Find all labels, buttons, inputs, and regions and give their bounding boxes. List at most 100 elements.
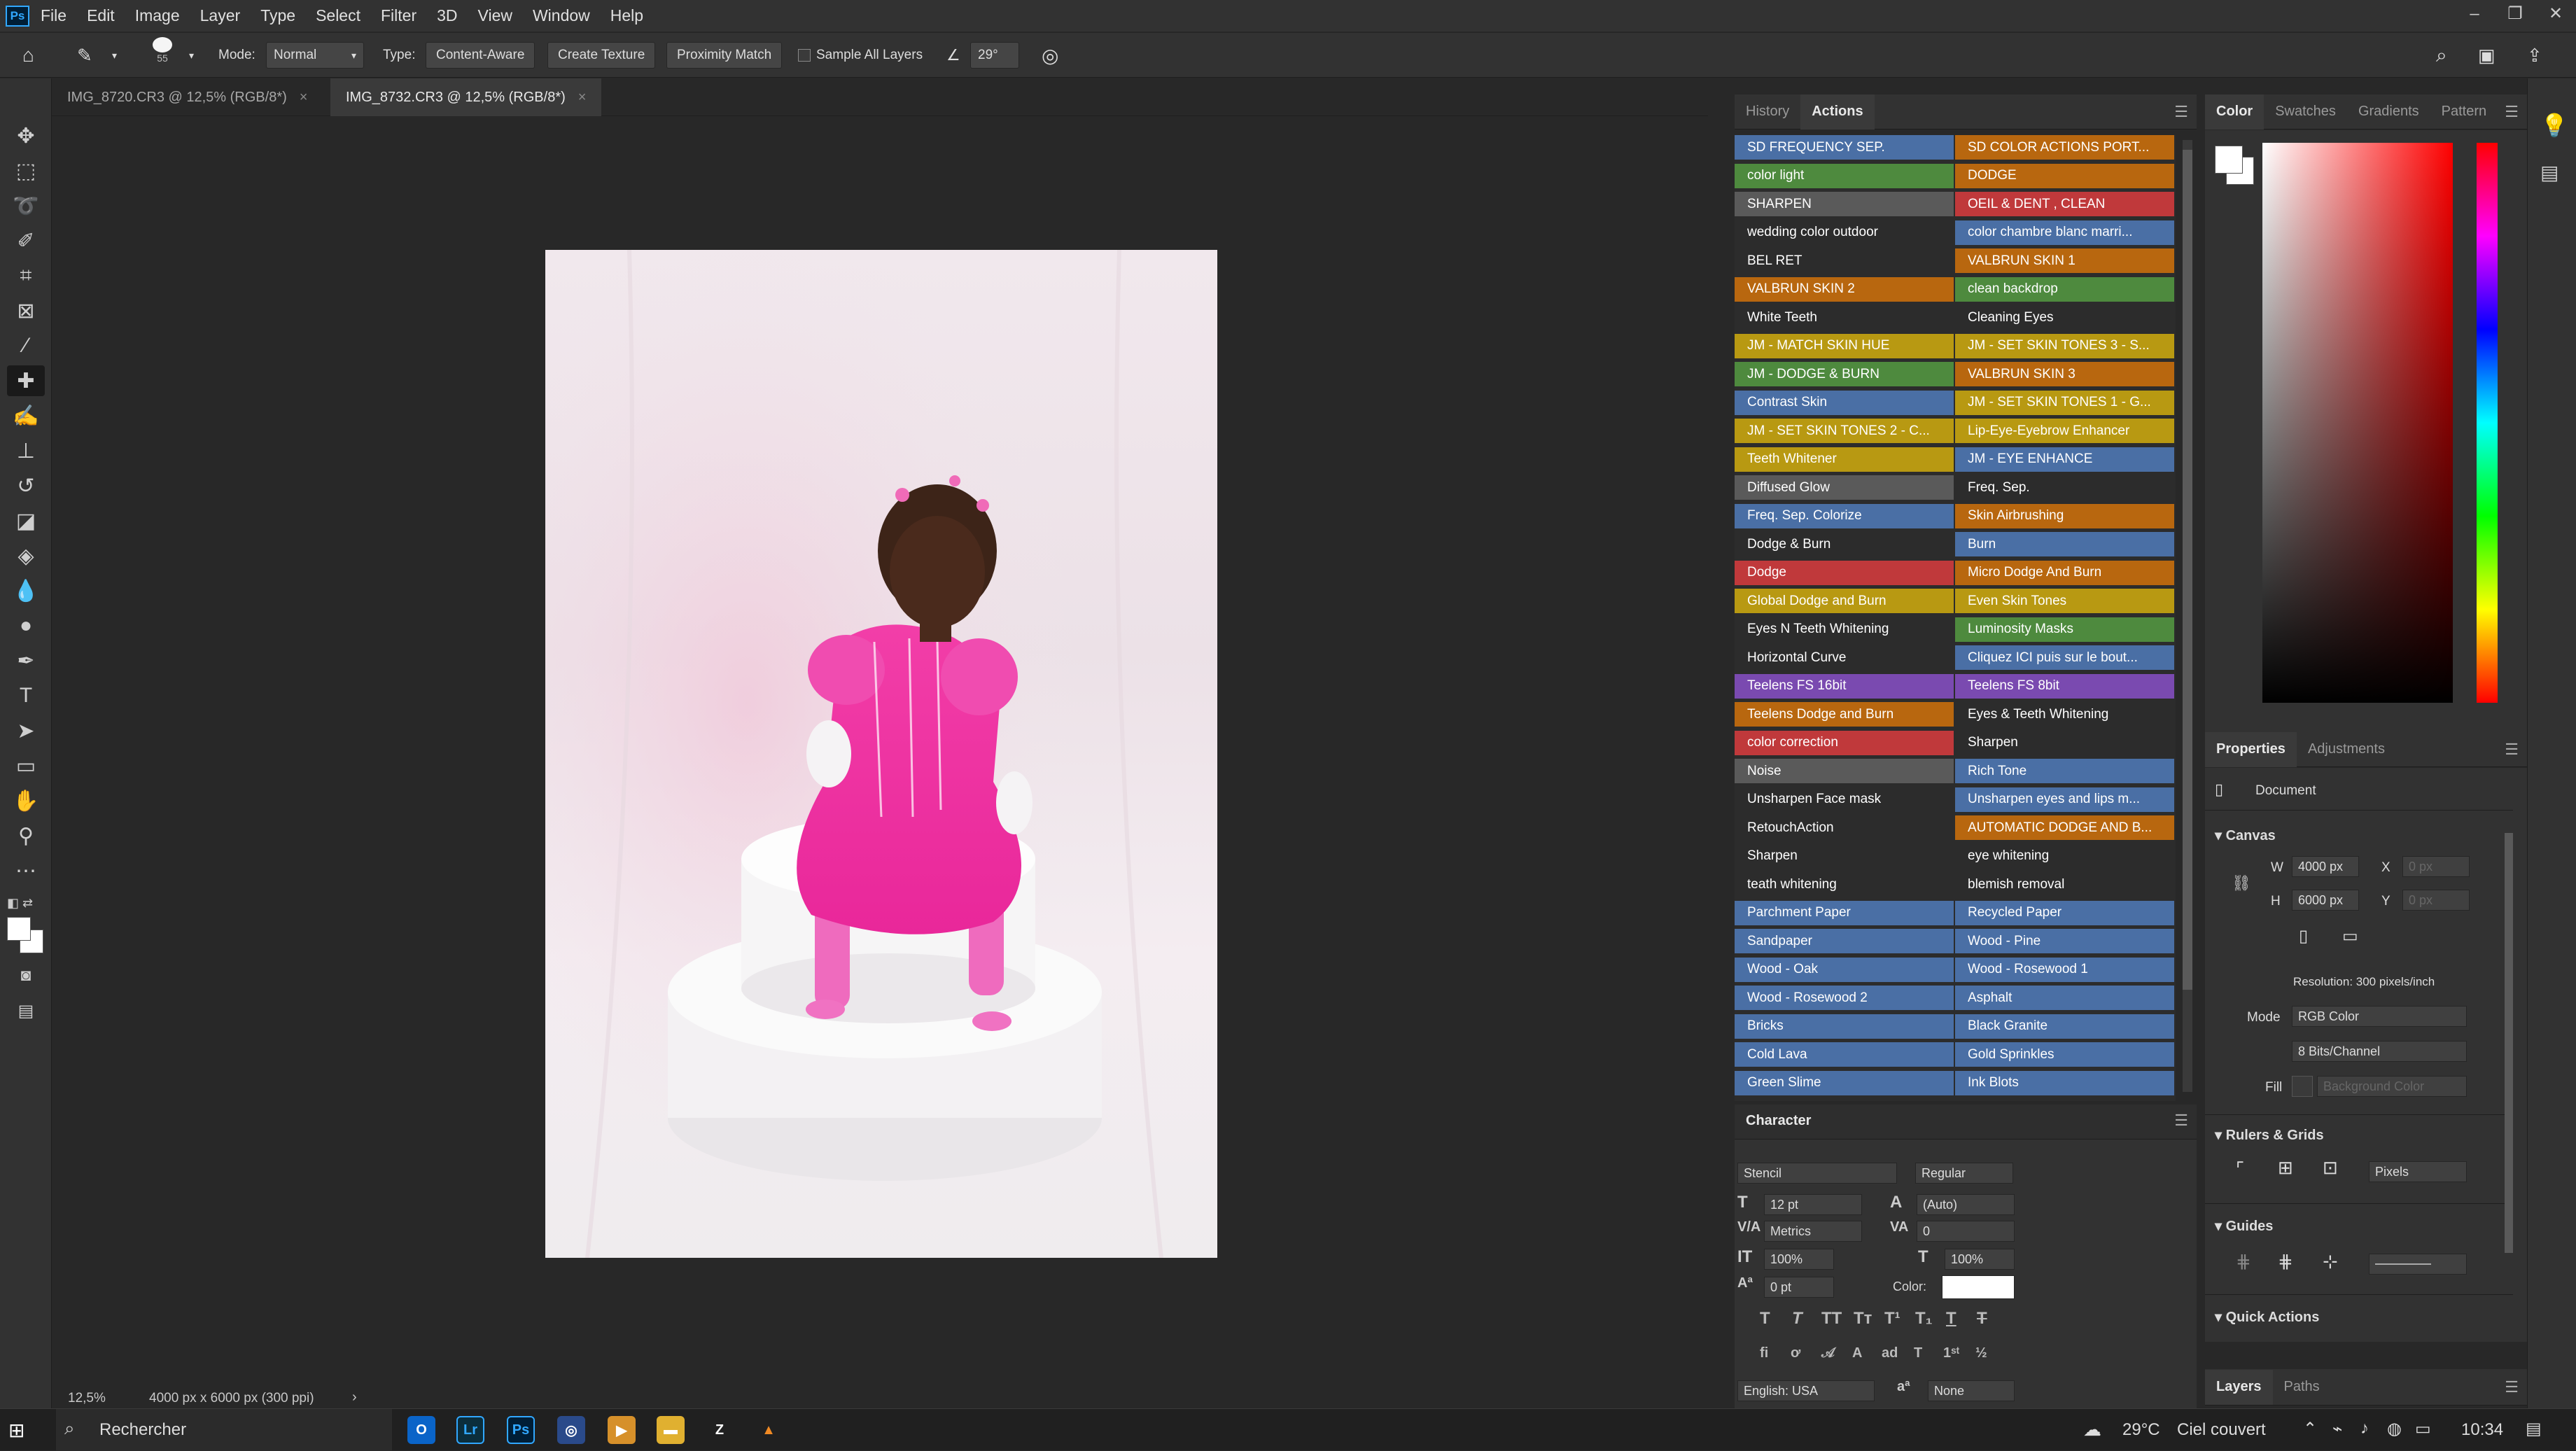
faux-bold-icon[interactable]: T — [1760, 1309, 1770, 1329]
font-size-field[interactable]: 12 pt — [1764, 1194, 1862, 1215]
all-caps-icon[interactable]: TT — [1821, 1309, 1842, 1329]
small-caps-icon[interactable]: Tт — [1854, 1309, 1872, 1329]
action-button[interactable]: Dodge — [1735, 560, 1954, 587]
foreground-color-swatch[interactable] — [7, 917, 31, 941]
action-button[interactable]: Burn — [1955, 532, 2174, 558]
chevron-down-icon[interactable]: ▾ — [112, 42, 117, 69]
sample-all-layers-checkbox[interactable]: Sample All Layers — [798, 42, 923, 69]
menu-3d[interactable]: 3D — [437, 6, 457, 25]
history-brush-tool-icon[interactable]: ↺ — [7, 470, 45, 501]
tab-gradients[interactable]: Gradients — [2347, 94, 2430, 129]
volume-icon[interactable]: ♪ — [2360, 1419, 2369, 1438]
action-button[interactable]: Skin Airbrushing — [1955, 503, 2174, 530]
default-colors-icon[interactable]: ◧ ⇄ — [7, 896, 33, 911]
tab-layers[interactable]: Layers — [2205, 1369, 2273, 1405]
battery-icon[interactable]: ▭ — [2415, 1419, 2431, 1439]
action-button[interactable]: JM - SET SKIN TONES 1 - G... — [1955, 390, 2174, 416]
action-button[interactable]: AUTOMATIC DODGE AND B... — [1955, 815, 2174, 841]
tab-color[interactable]: Color — [2205, 94, 2264, 129]
panel-menu-icon[interactable]: ☰ — [2505, 103, 2519, 121]
taskbar-search[interactable]: ⌕ Rechercher — [56, 1409, 392, 1451]
marquee-tool-icon[interactable]: ⬚ — [7, 155, 45, 186]
fill-swatch[interactable] — [2292, 1076, 2313, 1097]
clock[interactable]: 10:34 — [2461, 1420, 2503, 1440]
action-button[interactable]: Asphalt — [1955, 986, 2174, 1011]
home-icon[interactable]: ⌂ — [22, 42, 34, 69]
scrollbar-thumb[interactable] — [2183, 150, 2192, 990]
file-explorer-icon[interactable]: ▬ — [657, 1416, 685, 1444]
link-icon[interactable]: ⛓ — [2232, 874, 2251, 892]
action-button[interactable]: VALBRUN SKIN 3 — [1955, 362, 2174, 388]
font-style-select[interactable]: Regular — [1915, 1163, 2013, 1184]
stylistic-icon[interactable]: A — [1852, 1345, 1862, 1361]
units-select[interactable]: Pixels — [2369, 1161, 2467, 1182]
action-button[interactable]: SHARPEN — [1735, 192, 1954, 218]
actions-scrollbar[interactable] — [2183, 140, 2192, 1092]
menu-view[interactable]: View — [478, 6, 512, 25]
paint-bucket-tool-icon[interactable]: ◈ — [7, 540, 45, 571]
tab-history[interactable]: History — [1735, 94, 1800, 129]
ordinals-icon[interactable]: T — [1914, 1345, 1922, 1361]
action-button[interactable]: Contrast Skin — [1735, 390, 1954, 416]
frame-tool-icon[interactable]: ⊠ — [7, 295, 45, 326]
tab-swatches[interactable]: Swatches — [2264, 94, 2347, 129]
menu-file[interactable]: File — [41, 6, 66, 25]
action-button[interactable]: blemish removal — [1955, 872, 2174, 898]
menu-window[interactable]: Window — [533, 6, 590, 25]
action-button[interactable]: Freq. Sep. — [1955, 475, 2174, 501]
tab-img-8720[interactable]: IMG_8720.CR3 @ 12,5% (RGB/8*) × — [52, 78, 323, 116]
action-button[interactable]: RetouchAction — [1735, 815, 1954, 841]
vlc-icon[interactable]: ▲ — [755, 1416, 783, 1444]
action-button[interactable]: DODGE — [1955, 163, 2174, 190]
action-button[interactable]: Wood - Oak — [1735, 957, 1954, 983]
quick-actions-section[interactable]: ▾ Quick Actions — [2215, 1308, 2319, 1326]
underline-icon[interactable]: T — [1946, 1309, 1956, 1329]
subscript-icon[interactable]: T₁ — [1915, 1309, 1933, 1329]
anti-alias-select[interactable]: None — [1928, 1380, 2015, 1401]
vertical-scale-field[interactable]: 100% — [1764, 1249, 1834, 1270]
action-button[interactable]: JM - SET SKIN TONES 2 - C... — [1735, 419, 1954, 444]
action-button[interactable]: Rich Tone — [1955, 759, 2174, 785]
fractions-icon[interactable]: ½ — [1975, 1345, 1987, 1361]
action-button[interactable]: Unsharpen Face mask — [1735, 787, 1954, 813]
properties-scrollbar[interactable] — [2505, 833, 2513, 1253]
action-button[interactable]: JM - MATCH SKIN HUE — [1735, 333, 1954, 360]
action-button[interactable]: wedding color outdoor — [1735, 220, 1954, 246]
language-select[interactable]: English: USA — [1737, 1380, 1875, 1401]
menu-layer[interactable]: Layer — [200, 6, 241, 25]
brush-tool-icon[interactable]: ✍ — [7, 400, 45, 431]
zoom-tool-icon[interactable]: ⚲ — [7, 820, 45, 851]
weather-icon[interactable]: ☁ — [2083, 1419, 2101, 1441]
libraries-icon[interactable]: ▤ — [2540, 161, 2558, 184]
rulers-grids-section[interactable]: ▾ Rulers & Grids — [2215, 1126, 2324, 1144]
type-tool-icon[interactable]: T — [7, 680, 45, 711]
blur-tool-icon[interactable]: 💧 — [7, 575, 45, 606]
action-button[interactable]: teath whitening — [1735, 872, 1954, 898]
canvas-section[interactable]: ▾ Canvas — [2215, 827, 2276, 844]
action-button[interactable]: Gold Sprinkles — [1955, 1042, 2174, 1068]
workspace-icon[interactable]: ▣ — [2478, 42, 2496, 69]
guide-style-select[interactable] — [2369, 1254, 2467, 1275]
leading-field[interactable]: (Auto) — [1917, 1194, 2015, 1215]
action-button[interactable]: eye whitening — [1955, 843, 2174, 870]
text-color-swatch[interactable] — [1942, 1275, 2015, 1299]
angle-field[interactable]: 29° — [970, 42, 1019, 69]
baseline-shift-field[interactable]: 0 pt — [1764, 1277, 1834, 1298]
titling-icon[interactable]: ad — [1882, 1345, 1898, 1361]
action-button[interactable]: Horizontal Curve — [1735, 645, 1954, 671]
close-icon[interactable]: ✕ — [2535, 0, 2576, 31]
grid-icon[interactable]: ⊞ — [2278, 1157, 2293, 1179]
action-button[interactable]: Teelens FS 16bit — [1735, 673, 1954, 700]
action-button[interactable]: Cleaning Eyes — [1955, 305, 2174, 331]
guides-section[interactable]: ▾ Guides — [2215, 1217, 2273, 1235]
guide-icon[interactable]: ⋕ — [2236, 1251, 2251, 1273]
app-icon[interactable]: ◎ — [557, 1416, 585, 1444]
action-button[interactable]: Sharpen — [1955, 730, 2174, 757]
dodge-tool-icon[interactable]: ● — [7, 610, 45, 641]
hand-tool-icon[interactable]: ✋ — [7, 785, 45, 816]
minimize-icon[interactable]: – — [2454, 0, 2495, 31]
action-button[interactable]: Teelens Dodge and Burn — [1735, 702, 1954, 728]
action-button[interactable]: Black Granite — [1955, 1014, 2174, 1040]
action-button[interactable]: Dodge & Burn — [1735, 532, 1954, 558]
mode-select[interactable]: Normal ▾ — [266, 42, 364, 69]
